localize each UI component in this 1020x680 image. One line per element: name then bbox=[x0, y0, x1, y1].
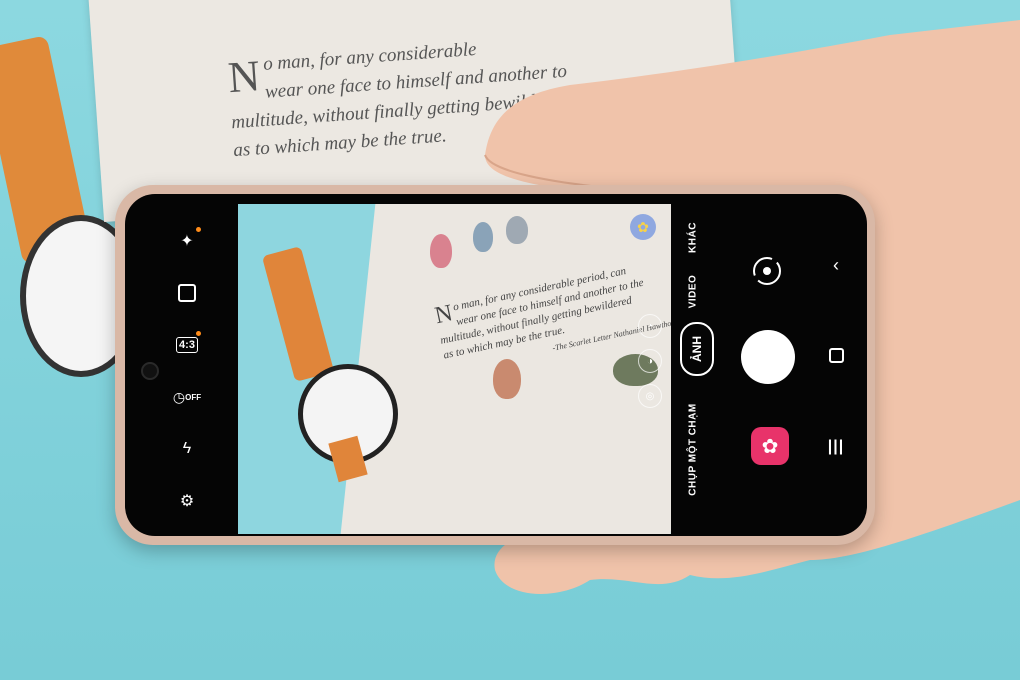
square-icon bbox=[828, 347, 844, 363]
settings-button[interactable]: ⚙ bbox=[170, 484, 204, 518]
back-button[interactable]: ‹ bbox=[825, 254, 847, 276]
mode-video[interactable]: VIDEO bbox=[688, 272, 699, 312]
home-button[interactable] bbox=[825, 344, 847, 366]
timer-icon: ◷ bbox=[172, 388, 186, 405]
viewfinder-watch-strap bbox=[261, 246, 335, 382]
portrait-hint-icon[interactable]: ◑ bbox=[638, 349, 662, 373]
new-indicator-dot bbox=[196, 227, 201, 232]
switch-camera-button[interactable] bbox=[745, 249, 789, 293]
gear-icon: ⚙ bbox=[179, 493, 195, 510]
scene-optimizer-icon[interactable]: ◔ bbox=[638, 314, 662, 338]
sticker-button[interactable]: ✿ bbox=[751, 427, 789, 465]
timer-label: OFF bbox=[185, 392, 202, 402]
new-indicator-dot bbox=[196, 331, 201, 336]
camera-flip-icon bbox=[753, 257, 781, 285]
chevron-left-icon: ‹ bbox=[833, 254, 839, 275]
aspect-ratio-label: 4:3 bbox=[176, 337, 198, 353]
shutter-button[interactable] bbox=[741, 330, 795, 384]
mode-photo[interactable]: ẢNH bbox=[680, 322, 714, 376]
magic-wand-icon: ✦ bbox=[180, 233, 194, 250]
aspect-ratio-button[interactable]: 4:3 bbox=[170, 328, 204, 362]
front-camera bbox=[141, 362, 159, 380]
motion-photo-button[interactable] bbox=[170, 276, 204, 310]
mode-single-take[interactable]: CHỤP MỘT CHẠM bbox=[688, 402, 699, 498]
timer-button[interactable]: ◷ OFF bbox=[170, 380, 204, 414]
flash-off-icon: ϟ bbox=[182, 440, 192, 457]
viewfinder-bird bbox=[473, 222, 493, 252]
viewfinder-bird bbox=[430, 234, 452, 268]
motion-photo-icon bbox=[178, 284, 196, 302]
phone-screen: N o man, for any considerable period, ca… bbox=[125, 194, 867, 536]
camera-viewfinder[interactable]: N o man, for any considerable period, ca… bbox=[238, 204, 671, 534]
focus-hint-icon[interactable]: ◎ bbox=[638, 384, 662, 408]
flower-icon: ✿ bbox=[761, 435, 779, 458]
mode-more[interactable]: KHÁC bbox=[688, 218, 699, 258]
recents-button[interactable]: ||| bbox=[825, 436, 847, 458]
effects-button[interactable]: ✦ bbox=[170, 224, 204, 258]
flash-button[interactable]: ϟ bbox=[170, 432, 204, 466]
menu-lines-icon: ||| bbox=[827, 438, 845, 455]
viewfinder-bird bbox=[506, 216, 528, 244]
scene-optimizer-badge-icon[interactable]: ✿ bbox=[630, 214, 656, 240]
